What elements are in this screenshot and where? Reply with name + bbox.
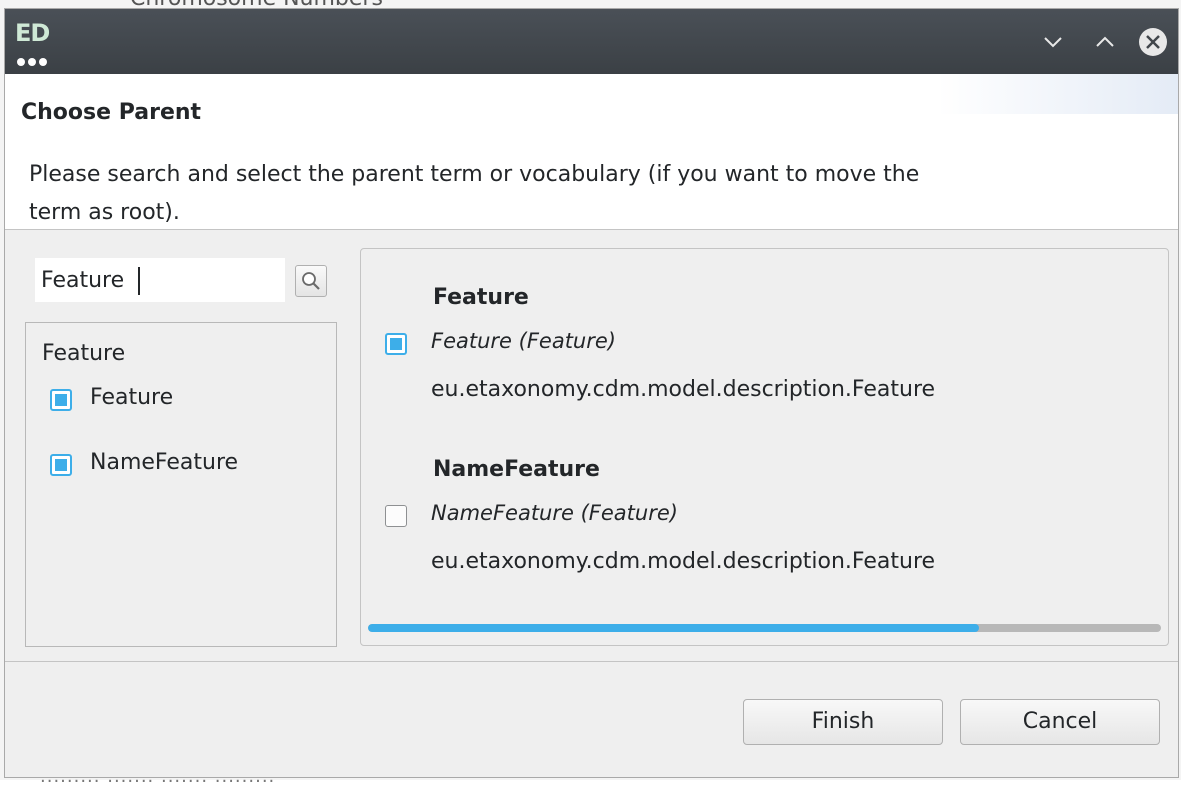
result-title-namefeature: NameFeature [433,457,600,482]
result-subtitle-namefeature: NameFeature (Feature) [431,501,678,525]
search-progress-fill [368,624,979,632]
result-checkbox-feature[interactable] [385,333,407,355]
text-cursor [138,267,140,295]
app-logo-icon: ED [15,17,55,67]
filter-checkbox-namefeature[interactable] [50,454,72,476]
maximize-button[interactable] [1089,26,1121,58]
finish-button[interactable]: Finish [743,699,943,745]
search-button[interactable] [295,265,327,297]
cancel-button[interactable]: Cancel [960,699,1160,745]
filter-list: Feature Feature NameFeature [25,322,337,647]
magnifier-icon [302,272,320,290]
chevron-down-icon [1044,37,1062,48]
result-checkbox-namefeature[interactable] [385,505,407,527]
result-class-feature: eu.etaxonomy.cdm.model.description.Featu… [431,377,936,402]
filter-checkbox-feature[interactable] [50,389,72,411]
close-icon [1139,28,1167,56]
header-banner-decoration [938,74,1178,114]
result-class-namefeature: eu.etaxonomy.cdm.model.description.Featu… [431,549,936,574]
dialog-title: Choose Parent [21,100,202,125]
footer-separator [5,661,1178,662]
app-logo-text: ED [15,19,50,47]
window-titlebar[interactable]: ED [5,9,1178,74]
result-title-feature: Feature [433,285,529,310]
minimize-button[interactable] [1037,26,1069,58]
dialog-description: Please search and select the parent term… [29,162,920,225]
choose-parent-dialog: ED Choose Parent Please search and selec… [4,8,1179,778]
filter-list-title: Feature [42,341,126,366]
search-input[interactable] [35,258,285,302]
filter-label-feature: Feature [90,385,174,410]
search-progress-bar [368,624,1161,632]
filter-label-namefeature: NameFeature [90,450,239,475]
results-panel: Feature Feature (Feature) eu.etaxonomy.c… [360,248,1169,646]
result-subtitle-feature: Feature (Feature) [431,329,616,353]
close-button[interactable] [1137,26,1169,58]
chevron-up-icon [1096,36,1114,47]
dialog-header: Choose Parent Please search and select t… [5,74,1178,230]
